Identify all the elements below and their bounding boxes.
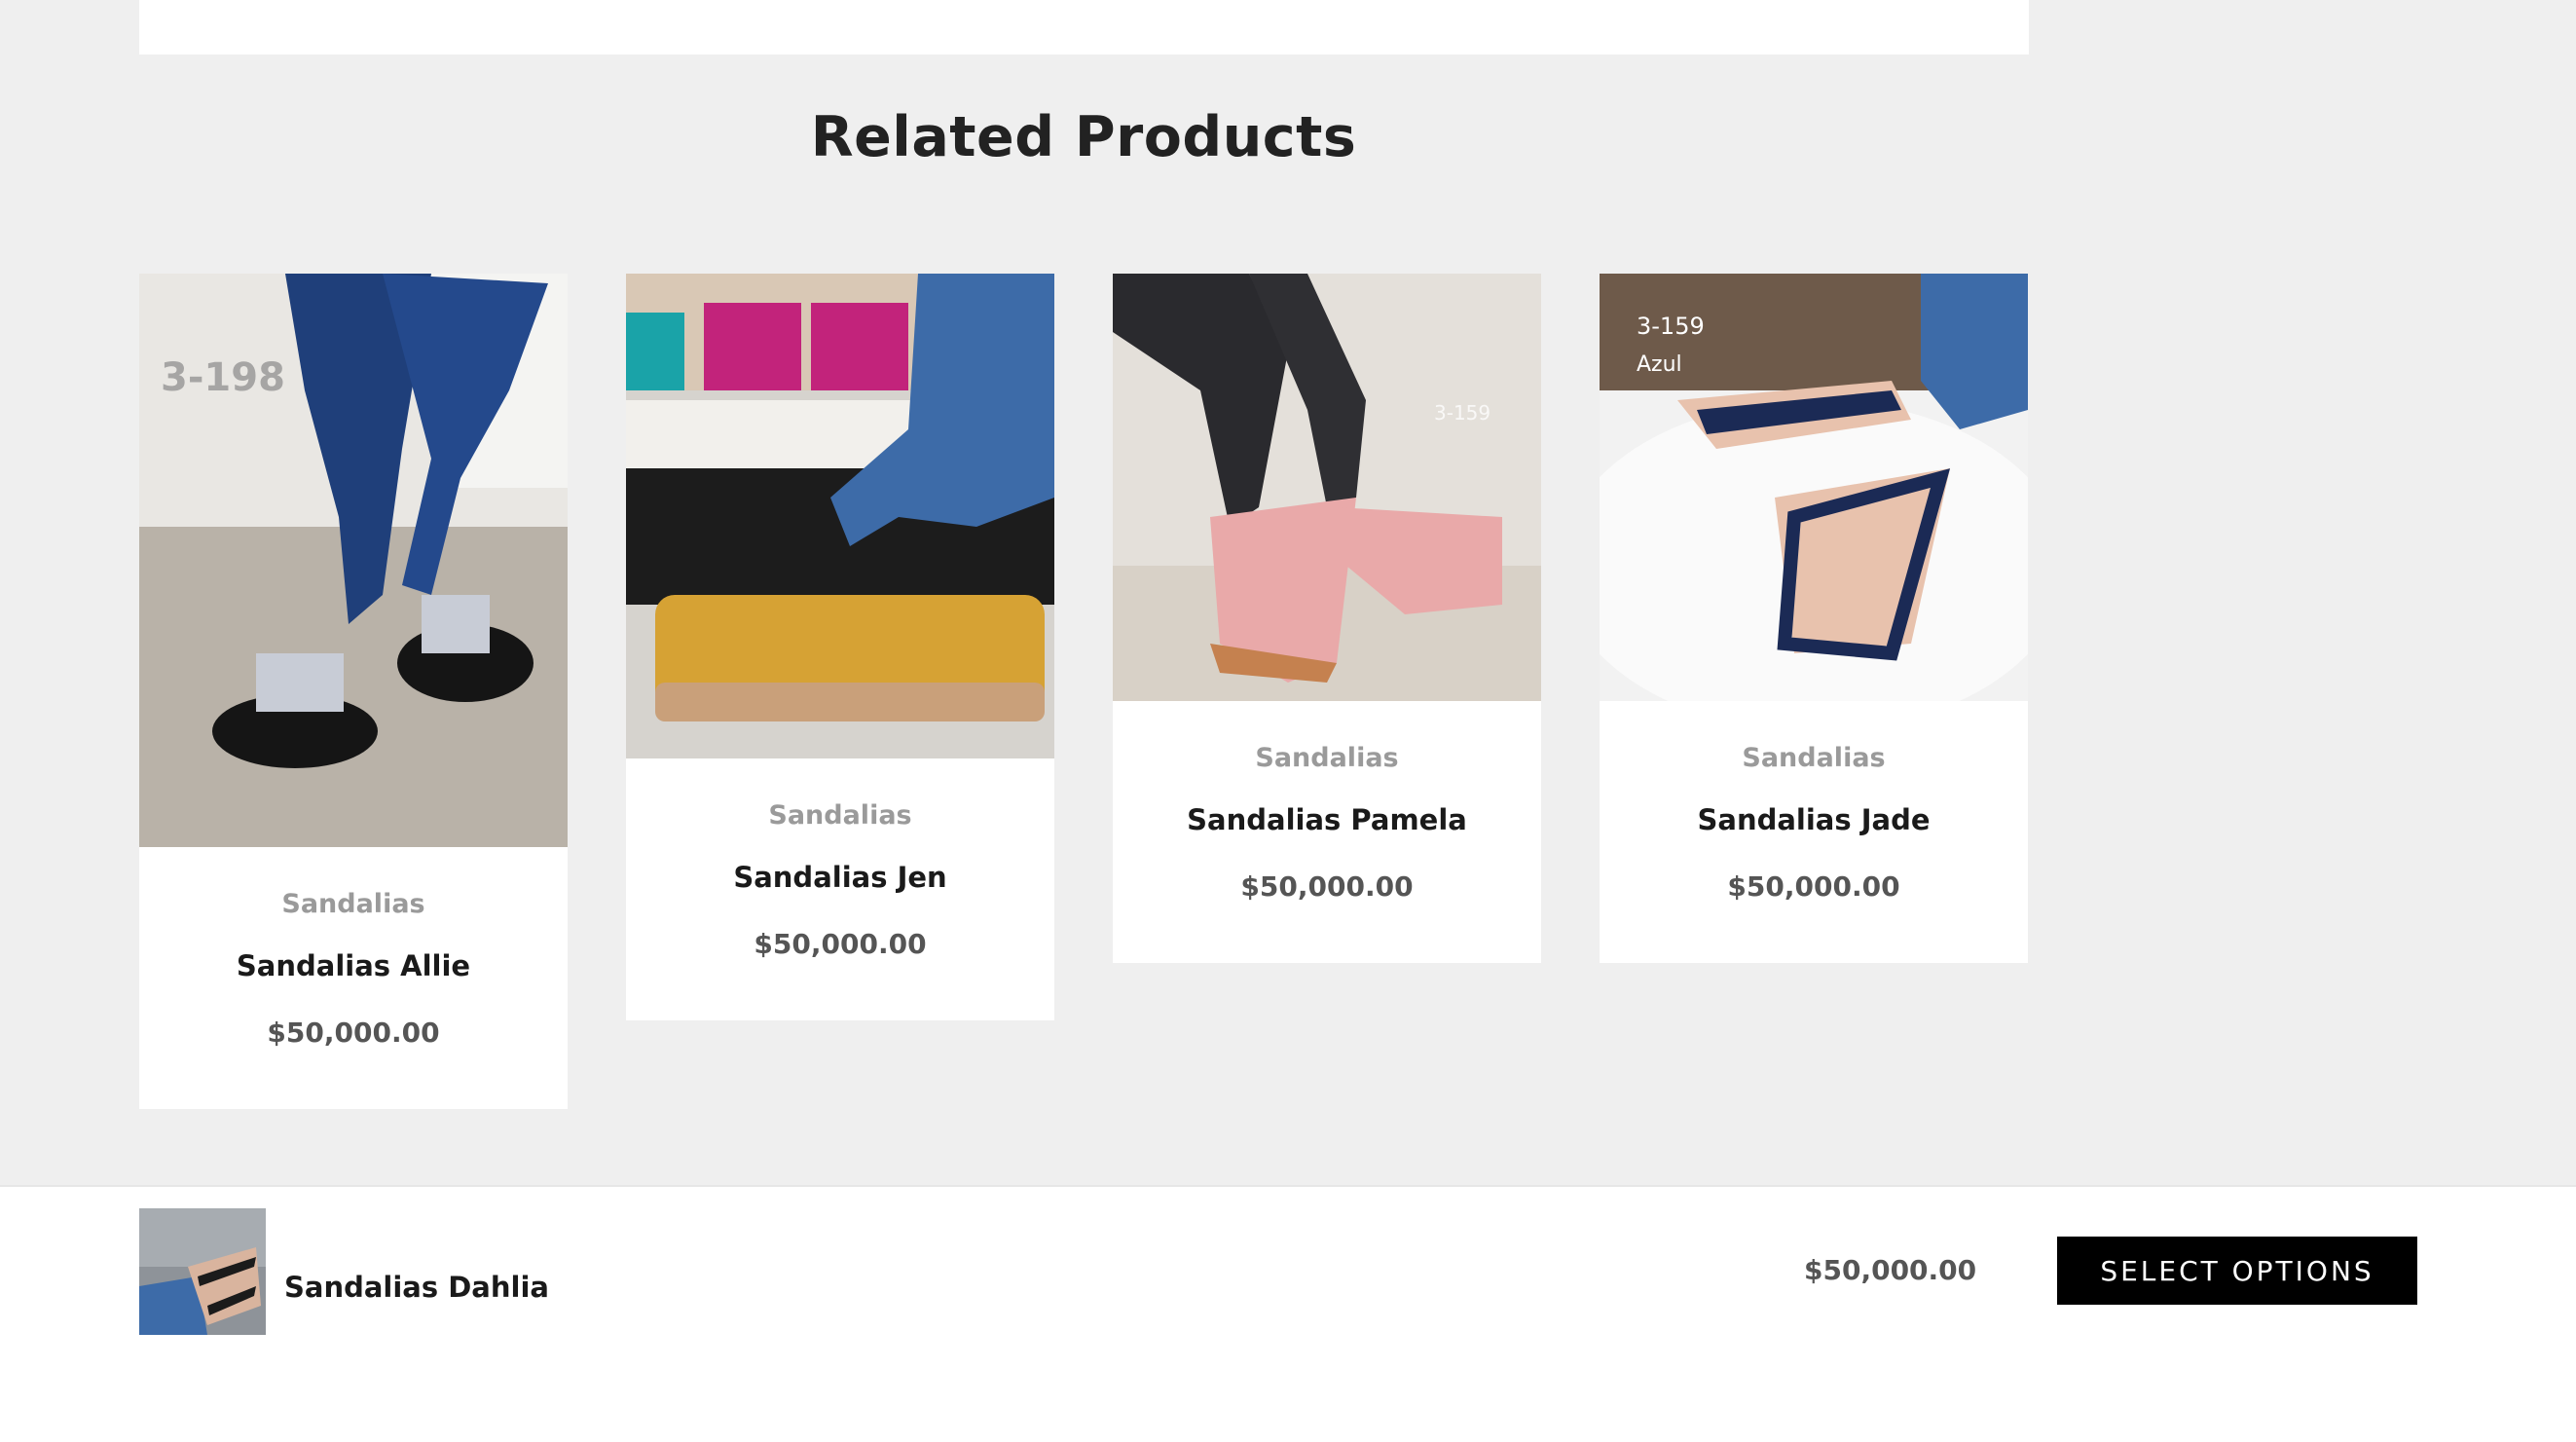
product-card-pamela[interactable]: 3-159 Sandalias Sandalias Pamela $50,000… (1113, 274, 1541, 963)
svg-text:Azul: Azul (1637, 352, 1682, 377)
sticky-product-thumbnail (139, 1208, 266, 1335)
product-image[interactable]: 3-159 Azul (1600, 274, 2028, 701)
product-price: $50,000.00 (754, 928, 927, 960)
svg-text:3-198: 3-198 (161, 355, 285, 400)
product-price: $50,000.00 (1727, 870, 1900, 903)
product-category[interactable]: Sandalias (139, 888, 568, 921)
svg-text:3-159: 3-159 (1637, 313, 1705, 340)
product-category[interactable]: Sandalias (1600, 742, 2028, 775)
product-name[interactable]: Sandalias Jen (626, 860, 1054, 895)
product-description-panel (139, 0, 2029, 55)
select-options-button[interactable]: SELECT OPTIONS (2057, 1237, 2417, 1305)
product-name[interactable]: Sandalias Jade (1600, 802, 2028, 837)
svg-text:3-159: 3-159 (1434, 401, 1490, 425)
sticky-add-to-cart-bar: Sandalias Dahlia $50,000.00 SELECT OPTIO… (0, 1185, 2576, 1442)
product-category[interactable]: Sandalias (626, 799, 1054, 832)
product-name[interactable]: Sandalias Pamela (1113, 802, 1541, 837)
product-card-jade[interactable]: 3-159 Azul Sandalias Sandalias Jade $50,… (1600, 274, 2028, 963)
product-price: $50,000.00 (1240, 870, 1414, 903)
sticky-product-name: Sandalias Dahlia (284, 1271, 549, 1304)
product-image[interactable]: 3-198 (139, 274, 568, 847)
related-products-title: Related Products (810, 105, 1357, 169)
product-card-allie[interactable]: 3-198 Sandalias Sandalias Allie $50,000.… (139, 274, 568, 1109)
product-price: $50,000.00 (267, 1017, 440, 1049)
product-card-jen[interactable]: Sandalias Sandalias Jen $50,000.00 (626, 274, 1054, 1020)
product-image[interactable]: 3-159 (1113, 274, 1541, 701)
product-category[interactable]: Sandalias (1113, 742, 1541, 775)
product-name[interactable]: Sandalias Allie (139, 948, 568, 983)
product-image[interactable] (626, 274, 1054, 758)
sticky-product-price: $50,000.00 (1804, 1254, 1977, 1286)
